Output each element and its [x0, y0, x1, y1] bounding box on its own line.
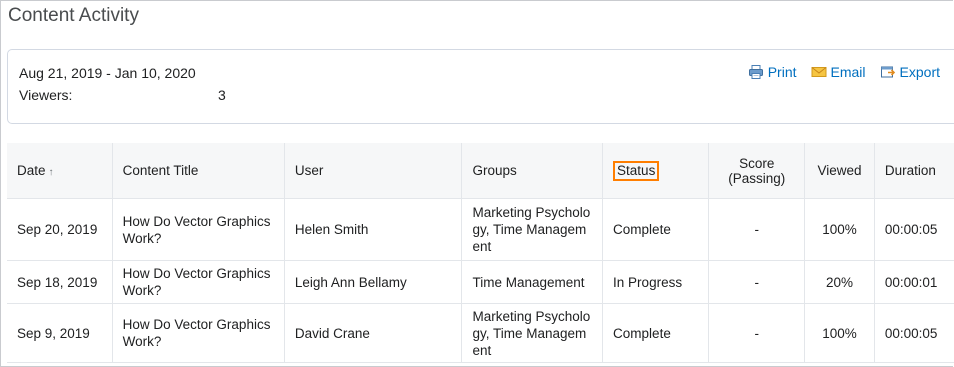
- summary-panel: Aug 21, 2019 - Jan 10, 2020 Viewers: 3 P…: [7, 49, 954, 124]
- printer-icon: [748, 64, 764, 80]
- table-row: Sep 20, 2019 How Do Vector Graphics Work…: [7, 198, 954, 261]
- viewers-count: 3: [218, 87, 226, 103]
- cell-content-title: How Do Vector Graphics Work?: [111, 198, 285, 261]
- email-button[interactable]: Email: [811, 64, 866, 80]
- cell-score: -: [708, 260, 805, 304]
- cell-user: Helen Smith: [283, 198, 462, 261]
- column-header-content-title-label: Content Title: [122, 163, 199, 178]
- cell-viewed: 100%: [804, 303, 875, 363]
- column-header-status-label: Status: [613, 160, 660, 181]
- cell-user: David Crane: [283, 303, 462, 363]
- export-label: Export: [899, 64, 940, 80]
- column-header-duration-label: Duration: [884, 163, 936, 178]
- column-header-duration[interactable]: Duration: [873, 143, 954, 199]
- table-header-row: Date ↑ Content Title User Groups Status S…: [7, 143, 954, 199]
- print-label: Print: [767, 64, 797, 80]
- cell-duration: 00:00:05: [873, 198, 954, 261]
- column-header-content-title[interactable]: Content Title: [111, 143, 285, 199]
- cell-date: Sep 20, 2019: [17, 222, 98, 237]
- column-header-viewed[interactable]: Viewed: [804, 143, 875, 199]
- envelope-icon: [811, 64, 827, 80]
- column-header-score-label: Score (Passing): [728, 155, 786, 186]
- cell-date: Sep 9, 2019: [17, 325, 90, 341]
- cell-score: -: [708, 303, 805, 363]
- column-header-date[interactable]: Date ↑: [7, 143, 113, 199]
- cell-viewed: 20%: [804, 260, 875, 304]
- date-range: Aug 21, 2019 - Jan 10, 2020: [19, 65, 196, 81]
- sort-ascending-icon: ↑: [48, 167, 54, 178]
- column-header-status[interactable]: Status: [602, 143, 709, 199]
- cell-status: In Progress: [602, 260, 709, 304]
- export-button[interactable]: Export: [880, 64, 940, 80]
- column-header-user[interactable]: User: [283, 143, 462, 199]
- page-title: Content Activity: [8, 5, 139, 26]
- cell-user: Leigh Ann Bellamy: [283, 260, 462, 304]
- export-icon: [880, 64, 896, 80]
- cell-viewed: 100%: [804, 198, 875, 261]
- cell-groups: Marketing Psychology, Time Management: [461, 198, 603, 261]
- table-row: Sep 18, 2019 How Do Vector Graphics Work…: [7, 260, 954, 304]
- cell-groups: Time Management: [461, 260, 603, 304]
- cell-duration: 00:00:01: [873, 260, 954, 304]
- cell-date: Sep 18, 2019: [17, 274, 98, 290]
- cell-groups: Marketing Psychology, Time Management: [461, 303, 603, 363]
- column-header-groups-label: Groups: [472, 163, 517, 178]
- viewers-label: Viewers:: [19, 87, 73, 103]
- cell-duration: 00:00:05: [873, 303, 954, 363]
- column-header-score[interactable]: Score (Passing): [708, 143, 805, 199]
- cell-score: -: [708, 198, 805, 261]
- column-header-viewed-label: Viewed: [817, 163, 862, 178]
- table-row: Sep 9, 2019 How Do Vector Graphics Work?…: [7, 303, 954, 363]
- cell-status: Complete: [602, 303, 709, 363]
- column-header-user-label: User: [294, 163, 324, 178]
- cell-content-title: How Do Vector Graphics Work?: [111, 303, 285, 363]
- cell-status: Complete: [602, 198, 709, 261]
- cell-content-title: How Do Vector Graphics Work?: [111, 260, 285, 304]
- print-button[interactable]: Print: [748, 64, 797, 80]
- email-label: Email: [830, 64, 866, 80]
- column-header-date-label: Date: [17, 163, 46, 178]
- column-header-groups[interactable]: Groups: [461, 143, 603, 199]
- action-bar: Print Email Export: [748, 64, 940, 80]
- activity-table: Date ↑ Content Title User Groups Status S…: [7, 143, 954, 363]
